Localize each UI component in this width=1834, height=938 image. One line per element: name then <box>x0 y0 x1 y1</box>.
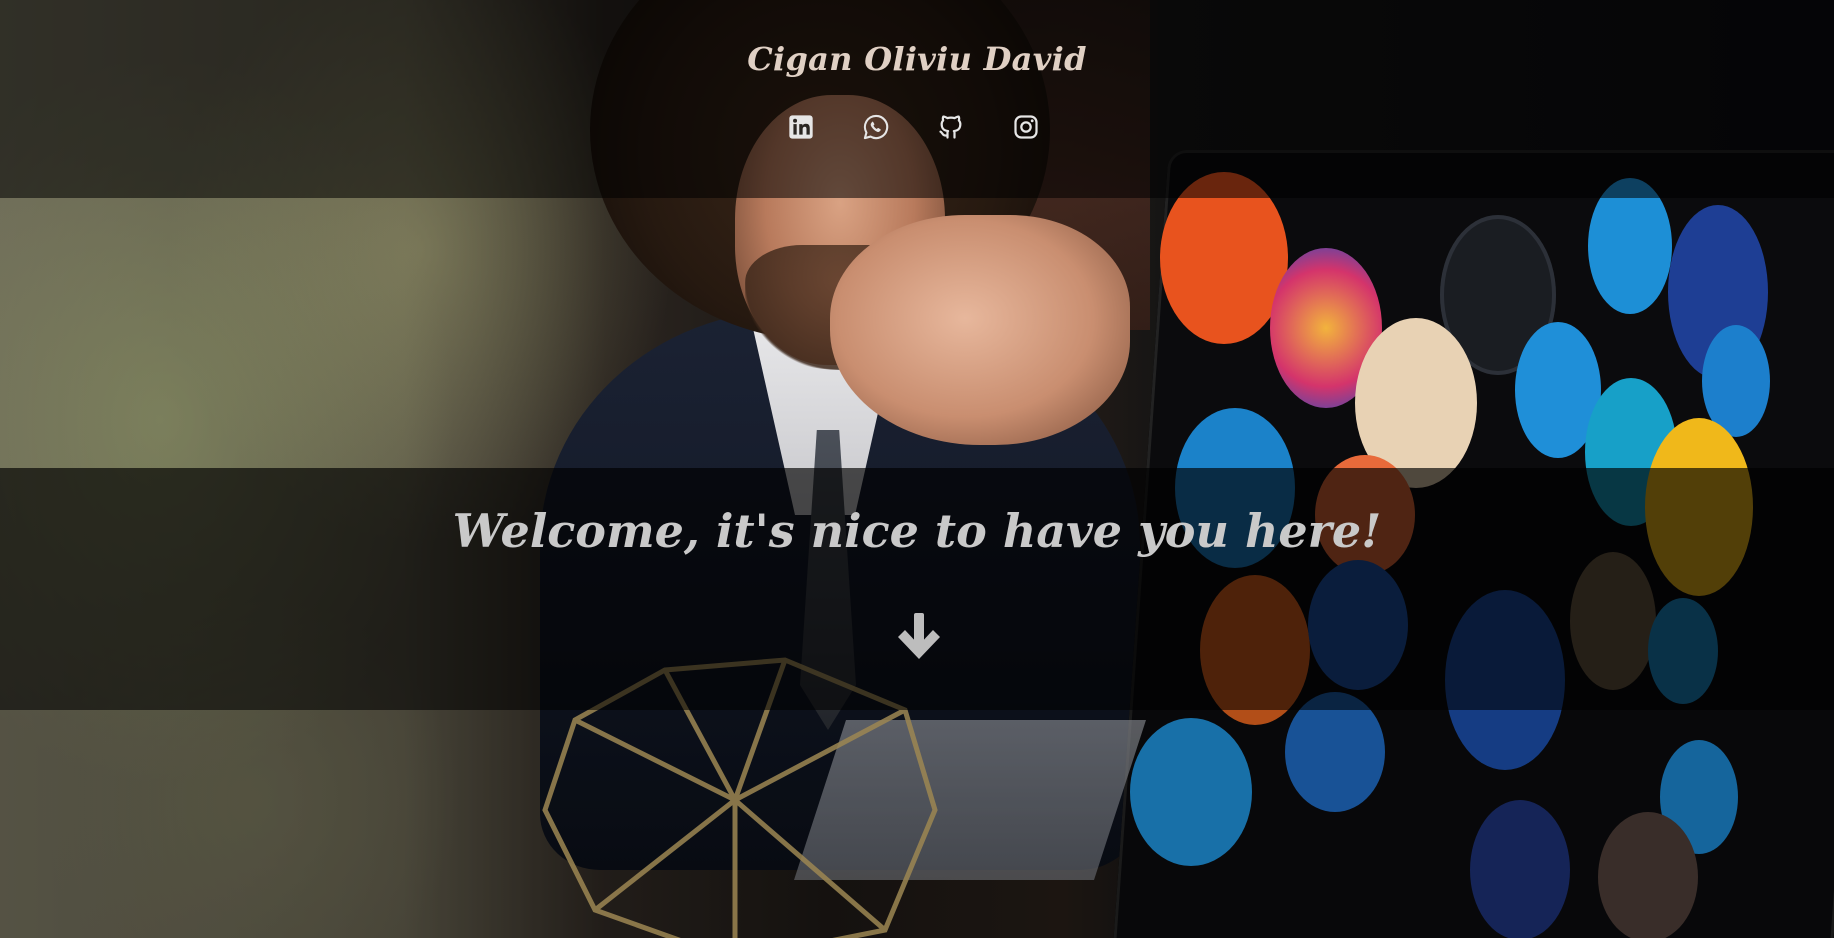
site-title: Cigan Oliviu David <box>747 40 1087 78</box>
social-links <box>786 112 1041 142</box>
header-band <box>0 0 1834 198</box>
github-link[interactable] <box>936 112 966 142</box>
github-icon <box>939 115 962 139</box>
whatsapp-icon <box>863 114 889 140</box>
linkedin-icon <box>789 115 813 139</box>
instagram-link[interactable] <box>1011 112 1041 142</box>
linkedin-link[interactable] <box>786 112 816 142</box>
welcome-heading: Welcome, it's nice to have you here! <box>452 504 1382 558</box>
whatsapp-link[interactable] <box>861 112 891 142</box>
arrow-down-icon <box>898 613 940 659</box>
scroll-down-button[interactable] <box>893 610 945 666</box>
instagram-icon <box>1014 115 1038 139</box>
hero-section: Cigan Oliviu David Welcome, it's nice to… <box>0 0 1834 938</box>
laptop-sticker <box>1588 178 1672 314</box>
bottom-band <box>0 710 1834 938</box>
person-hands <box>830 215 1130 445</box>
